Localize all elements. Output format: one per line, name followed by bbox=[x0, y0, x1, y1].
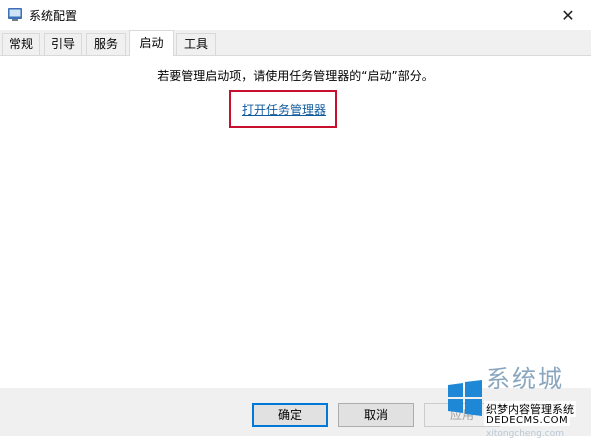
cancel-button[interactable]: 取消 bbox=[338, 403, 414, 427]
close-button[interactable]: ✕ bbox=[545, 0, 591, 30]
tab-general[interactable]: 常规 bbox=[2, 33, 40, 55]
window-title: 系统配置 bbox=[29, 9, 78, 23]
open-task-manager-link[interactable]: 打开任务管理器 bbox=[240, 100, 328, 120]
watermark-site: xitongcheng.com bbox=[486, 429, 564, 439]
watermark-brand: 系统城 bbox=[486, 365, 564, 393]
ok-button[interactable]: 确定 bbox=[252, 403, 328, 427]
watermark-line2: DEDECMS.COM bbox=[484, 415, 571, 426]
startup-panel: 若要管理启动项，请使用任务管理器的“启动”部分。 打开任务管理器 bbox=[0, 55, 591, 388]
msconfig-icon bbox=[8, 8, 22, 21]
watermark: 系统城 织梦内容管理系统 DEDECMS.COM xitongcheng.com bbox=[446, 365, 591, 439]
startup-info-text: 若要管理启动项，请使用任务管理器的“启动”部分。 bbox=[157, 69, 434, 83]
tab-tools[interactable]: 工具 bbox=[176, 33, 216, 55]
tab-services[interactable]: 服务 bbox=[86, 33, 126, 55]
tab-boot[interactable]: 引导 bbox=[44, 33, 82, 55]
windows-logo-icon bbox=[448, 380, 482, 416]
tab-startup[interactable]: 启动 bbox=[129, 30, 174, 56]
tab-strip: 常规 引导 服务 启动 工具 bbox=[0, 30, 591, 56]
title-bar: 系统配置 ✕ bbox=[0, 0, 591, 30]
close-icon: ✕ bbox=[561, 5, 575, 25]
